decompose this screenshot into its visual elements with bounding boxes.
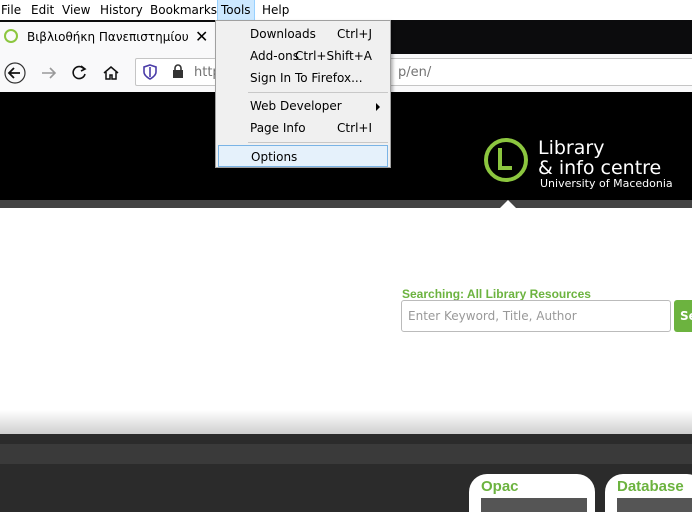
menu-tools[interactable]: Tools (217, 0, 255, 21)
logo-text-university[interactable]: University of Macedonia (540, 177, 673, 190)
menu-edit[interactable]: Edit (31, 0, 54, 20)
opac-card-image (481, 498, 587, 512)
menu-item-label: Web Developer (250, 99, 342, 113)
back-arrow-icon (4, 62, 26, 84)
reload-button[interactable] (66, 60, 92, 86)
search-button[interactable]: Se (674, 300, 692, 332)
menu-view[interactable]: View (62, 0, 90, 20)
menu-item-shortcut: Ctrl+J (337, 27, 372, 41)
tracking-protection-shield-icon[interactable] (143, 64, 157, 80)
menu-separator (248, 92, 388, 93)
reload-icon (72, 65, 87, 80)
opac-card-title: Opac (481, 478, 519, 495)
logo-text-info-centre[interactable]: & info centre (538, 157, 661, 179)
menu-item-sign-in[interactable]: Sign In To Firefox... (218, 67, 388, 89)
lower-stripe (0, 444, 692, 464)
menu-item-label: Options (251, 150, 298, 164)
logo-letter-icon (498, 148, 512, 170)
browser-tab[interactable]: Βιβλιοθήκη Πανεπιστημίου Μα ✕ (0, 22, 215, 54)
database-card[interactable]: Database (605, 474, 692, 514)
menu-item-label: Downloads (250, 27, 316, 41)
menu-item-add-ons[interactable]: Add-ons Ctrl+Shift+A (218, 45, 388, 67)
menu-item-label: Page Info (250, 121, 306, 135)
menu-item-options[interactable]: Options (218, 145, 388, 167)
section-shadow (0, 410, 692, 434)
database-card-title: Database (617, 478, 684, 495)
site-favicon-icon (4, 29, 18, 43)
url-text-tail: p/en/ (398, 65, 432, 80)
opac-card[interactable]: Opac (469, 474, 595, 514)
menu-item-shortcut: Ctrl+Shift+A (295, 49, 372, 63)
menu-history[interactable]: History (100, 0, 143, 20)
home-button[interactable] (98, 60, 124, 86)
tools-dropdown-menu: Downloads Ctrl+J Add-ons Ctrl+Shift+A Si… (215, 20, 391, 168)
submenu-arrow-icon (376, 103, 380, 111)
menu-bookmarks[interactable]: Bookmarks (150, 0, 217, 20)
menu-item-shortcut: Ctrl+I (337, 121, 372, 135)
close-icon[interactable]: ✕ (195, 27, 208, 46)
menu-item-label: Sign In To Firefox... (250, 71, 363, 85)
lock-icon[interactable] (172, 64, 184, 79)
search-input[interactable] (401, 300, 671, 332)
search-scope-label: Searching: All Library Resources (402, 287, 591, 301)
back-button[interactable] (2, 60, 28, 86)
menu-file[interactable]: File (1, 0, 21, 20)
menu-item-web-developer[interactable]: Web Developer (218, 95, 388, 117)
menu-item-page-info[interactable]: Page Info Ctrl+I (218, 117, 388, 139)
forward-arrow-icon (42, 67, 57, 79)
menu-help[interactable]: Help (262, 0, 289, 20)
header-pointer-icon (500, 200, 516, 208)
menu-item-label: Add-ons (250, 49, 299, 63)
forward-button[interactable] (36, 60, 62, 86)
tab-title: Βιβλιοθήκη Πανεπιστημίου Μα (27, 30, 192, 44)
database-card-image (617, 498, 692, 512)
menu-item-downloads[interactable]: Downloads Ctrl+J (218, 23, 388, 45)
logo-text-library[interactable]: Library (538, 137, 604, 159)
menu-separator (248, 142, 388, 143)
header-divider (0, 200, 692, 208)
home-icon (103, 66, 119, 80)
menu-bar: File Edit View History Bookmarks Tools H… (0, 0, 692, 21)
